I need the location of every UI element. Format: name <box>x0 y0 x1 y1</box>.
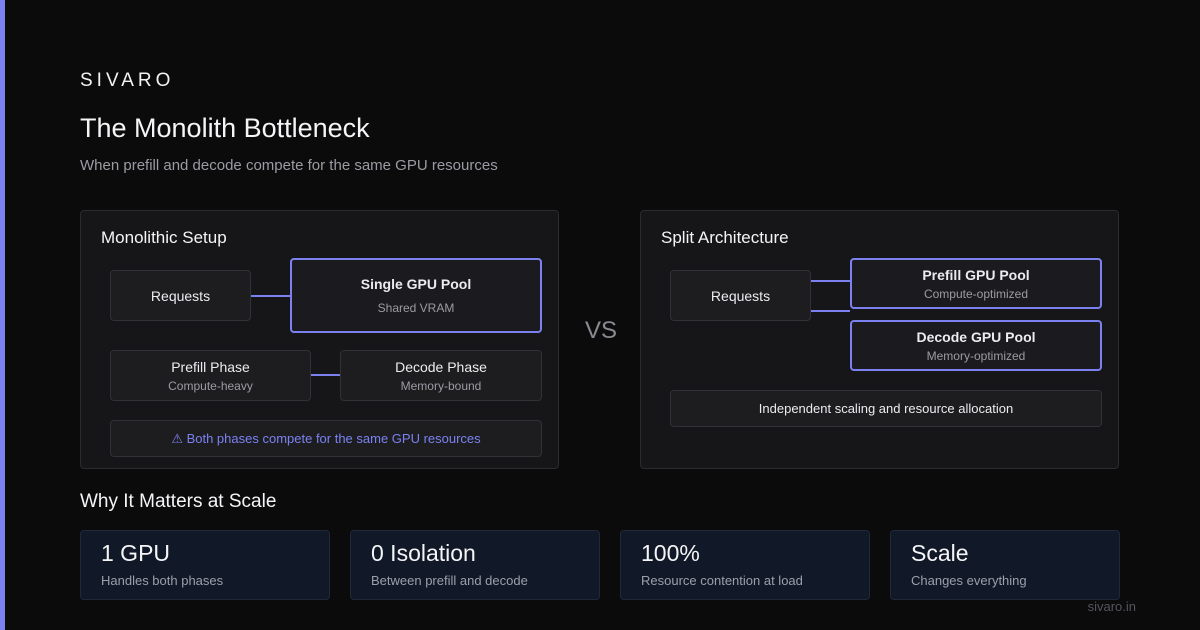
prefill-phase-box: Prefill Phase Compute-heavy <box>110 350 311 401</box>
page-title: The Monolith Bottleneck <box>80 113 370 143</box>
stat-card: 1 GPU Handles both phases <box>80 530 330 600</box>
decode-phase-box: Decode Phase Memory-bound <box>340 350 542 401</box>
stat-value: 100% <box>641 540 700 566</box>
stat-value: 0 Isolation <box>371 540 476 566</box>
prefill-gpu-pool-box: Prefill GPU Pool Compute-optimized <box>850 258 1102 309</box>
prefill-pool-title: Prefill GPU Pool <box>922 266 1030 283</box>
monolithic-panel: Monolithic Setup Requests Single GPU Poo… <box>80 210 559 469</box>
vs-label: VS <box>585 317 618 344</box>
connector-line <box>251 295 290 297</box>
warning-box: ⚠ Both phases compete for the same GPU r… <box>110 420 542 457</box>
connector-line <box>811 310 850 312</box>
decode-gpu-pool-box: Decode GPU Pool Memory-optimized <box>850 320 1102 371</box>
prefill-pool-subtitle: Compute-optimized <box>923 286 1029 301</box>
page-subtitle: When prefill and decode compete for the … <box>80 157 498 174</box>
stat-card: Scale Changes everything <box>890 530 1120 600</box>
panel-title: Monolithic Setup <box>101 228 227 247</box>
footer-url: sivaro.in <box>1087 599 1136 614</box>
stat-value: Scale <box>911 540 969 566</box>
prefill-title: Prefill Phase <box>171 358 250 375</box>
stat-label: Resource contention at load <box>641 573 803 588</box>
stat-card: 0 Isolation Between prefill and decode <box>350 530 600 600</box>
brand-logo: SIVARO <box>80 70 175 91</box>
requests-box: Requests <box>110 270 251 321</box>
stat-label: Handles both phases <box>101 573 224 588</box>
accent-bar <box>0 0 5 630</box>
requests-box: Requests <box>670 270 811 321</box>
single-gpu-pool-box: Single GPU Pool Shared VRAM <box>290 258 542 333</box>
stat-value: 1 GPU <box>101 540 171 566</box>
panel-title: Split Architecture <box>661 228 789 247</box>
stat-label: Between prefill and decode <box>371 573 528 588</box>
requests-label: Requests <box>150 287 211 304</box>
note-text: Independent scaling and resource allocat… <box>758 401 1014 416</box>
connector-line <box>311 374 340 376</box>
prefill-subtitle: Compute-heavy <box>168 378 253 393</box>
warning-text: ⚠ Both phases compete for the same GPU r… <box>171 430 481 446</box>
pool-title: Single GPU Pool <box>360 276 472 292</box>
connector-line <box>811 280 850 282</box>
pool-subtitle: Shared VRAM <box>377 301 455 315</box>
stat-label: Changes everything <box>911 573 1027 588</box>
decode-subtitle: Memory-bound <box>400 378 482 393</box>
split-architecture-panel: Split Architecture Requests Prefill GPU … <box>640 210 1119 469</box>
stat-card: 100% Resource contention at load <box>620 530 870 600</box>
decode-pool-subtitle: Memory-optimized <box>926 348 1026 363</box>
requests-label: Requests <box>710 287 771 304</box>
note-box: Independent scaling and resource allocat… <box>670 390 1102 427</box>
decode-title: Decode Phase <box>395 358 487 375</box>
section-title: Why It Matters at Scale <box>80 491 277 512</box>
decode-pool-title: Decode GPU Pool <box>916 328 1036 345</box>
